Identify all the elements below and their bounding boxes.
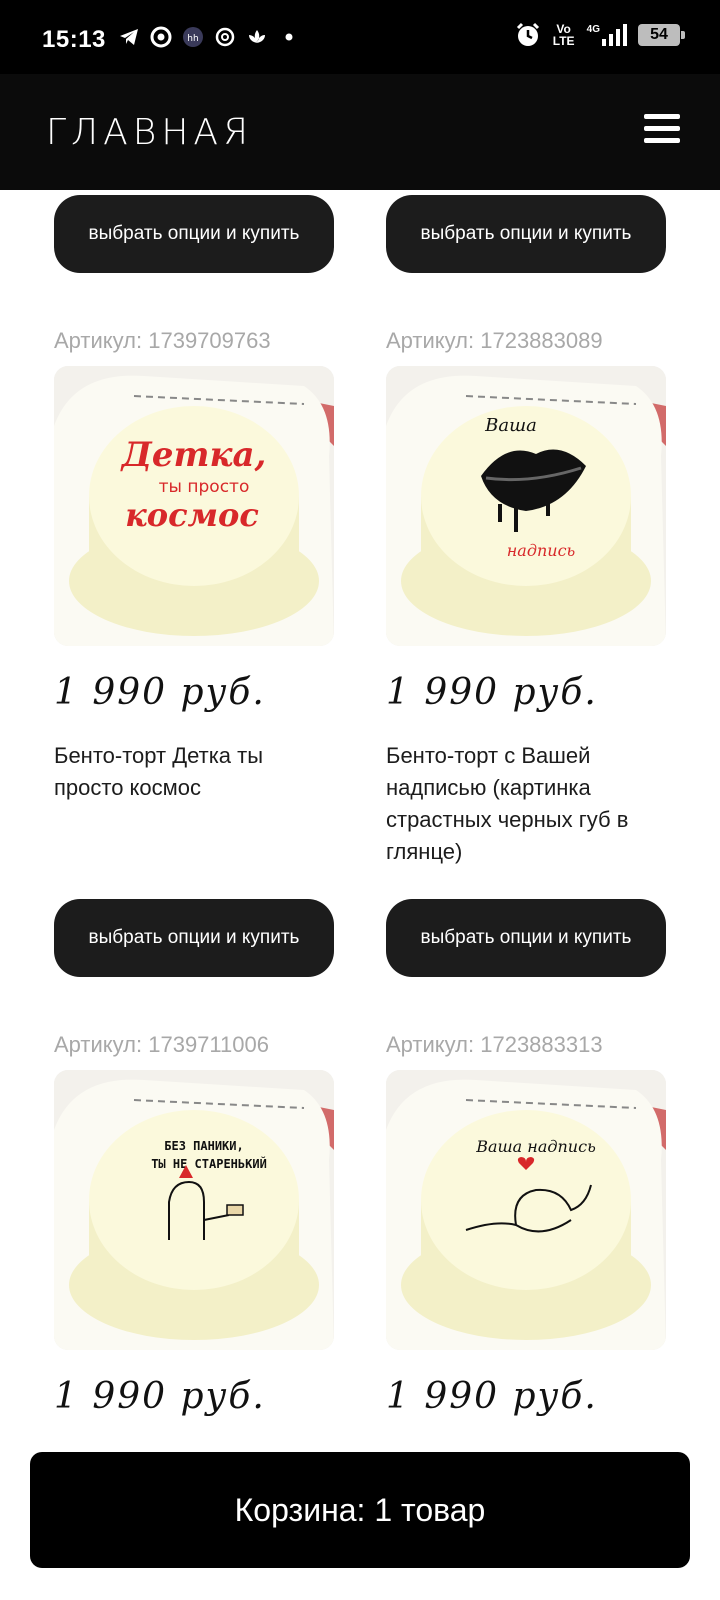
alarm-icon (515, 22, 541, 48)
chrome-icon (150, 26, 172, 48)
cake-inscription: надпись (507, 541, 576, 560)
system-icons: Vo LTE 4G 54 (515, 22, 685, 48)
battery-indicator: 54 (638, 24, 685, 46)
product-image[interactable]: Ваша надпись (386, 1070, 666, 1350)
buy-options-button[interactable]: выбрать опции и купить (54, 195, 334, 273)
product-title[interactable]: Бенто-торт Детка ты просто космос (54, 740, 334, 804)
buy-options-button[interactable]: выбрать опции и купить (54, 899, 334, 977)
swirl-icon (214, 26, 236, 48)
product-sku: Артикул: 1739711006 (54, 1032, 269, 1057)
cake-inscription: Ваша (484, 415, 537, 436)
hamburger-menu-icon[interactable] (644, 114, 680, 144)
product-image[interactable]: БЕЗ ПАНИКИ, ТЫ НЕ СТАРЕНЬКИЙ (54, 1070, 334, 1350)
product-image[interactable]: Детка, ты просто космос (54, 366, 334, 646)
product-price: 1 990 руб. (54, 1376, 266, 1417)
product-price: 1 990 руб. (386, 1376, 598, 1417)
cake-inscription: Ваша надпись (475, 1137, 596, 1156)
cart-button[interactable]: Корзина: 1 товар (30, 1452, 690, 1568)
hh-icon: hh (182, 26, 204, 48)
product-image[interactable]: Ваша надпись (386, 366, 666, 646)
signal-icon: 4G (587, 24, 628, 46)
more-notifications-icon (278, 26, 300, 48)
buy-options-button[interactable]: выбрать опции и купить (386, 899, 666, 977)
product-sku: Артикул: 1723883089 (386, 328, 603, 353)
cake-inscription: Детка, (120, 435, 267, 475)
status-time: 15:13 (42, 26, 106, 53)
cake-inscription: ТЫ НЕ СТАРЕНЬКИЙ (151, 1156, 267, 1171)
site-header: ГЛАВНАЯ (0, 74, 720, 190)
cake-inscription: БЕЗ ПАНИКИ, (164, 1139, 243, 1153)
product-title[interactable]: Бенто-торт с Вашей надписью (картинка ст… (386, 740, 666, 868)
cake-inscription: ты просто (159, 477, 250, 497)
product-price: 1 990 руб. (54, 672, 266, 713)
volte-label: Vo LTE (552, 22, 575, 48)
site-logo[interactable]: ГЛАВНАЯ (46, 112, 253, 153)
status-bar: 15:13 hh Vo LTE 4G 54 (0, 0, 720, 74)
lotus-icon (246, 26, 268, 48)
notification-icons: hh (118, 26, 300, 48)
product-sku: Артикул: 1723883313 (386, 1032, 603, 1057)
product-sku: Артикул: 1739709763 (54, 328, 271, 353)
product-price: 1 990 руб. (386, 672, 598, 713)
cake-inscription: космос (125, 496, 259, 534)
svg-text:hh: hh (187, 34, 198, 44)
buy-options-button[interactable]: выбрать опции и купить (386, 195, 666, 273)
telegram-icon (118, 26, 140, 48)
